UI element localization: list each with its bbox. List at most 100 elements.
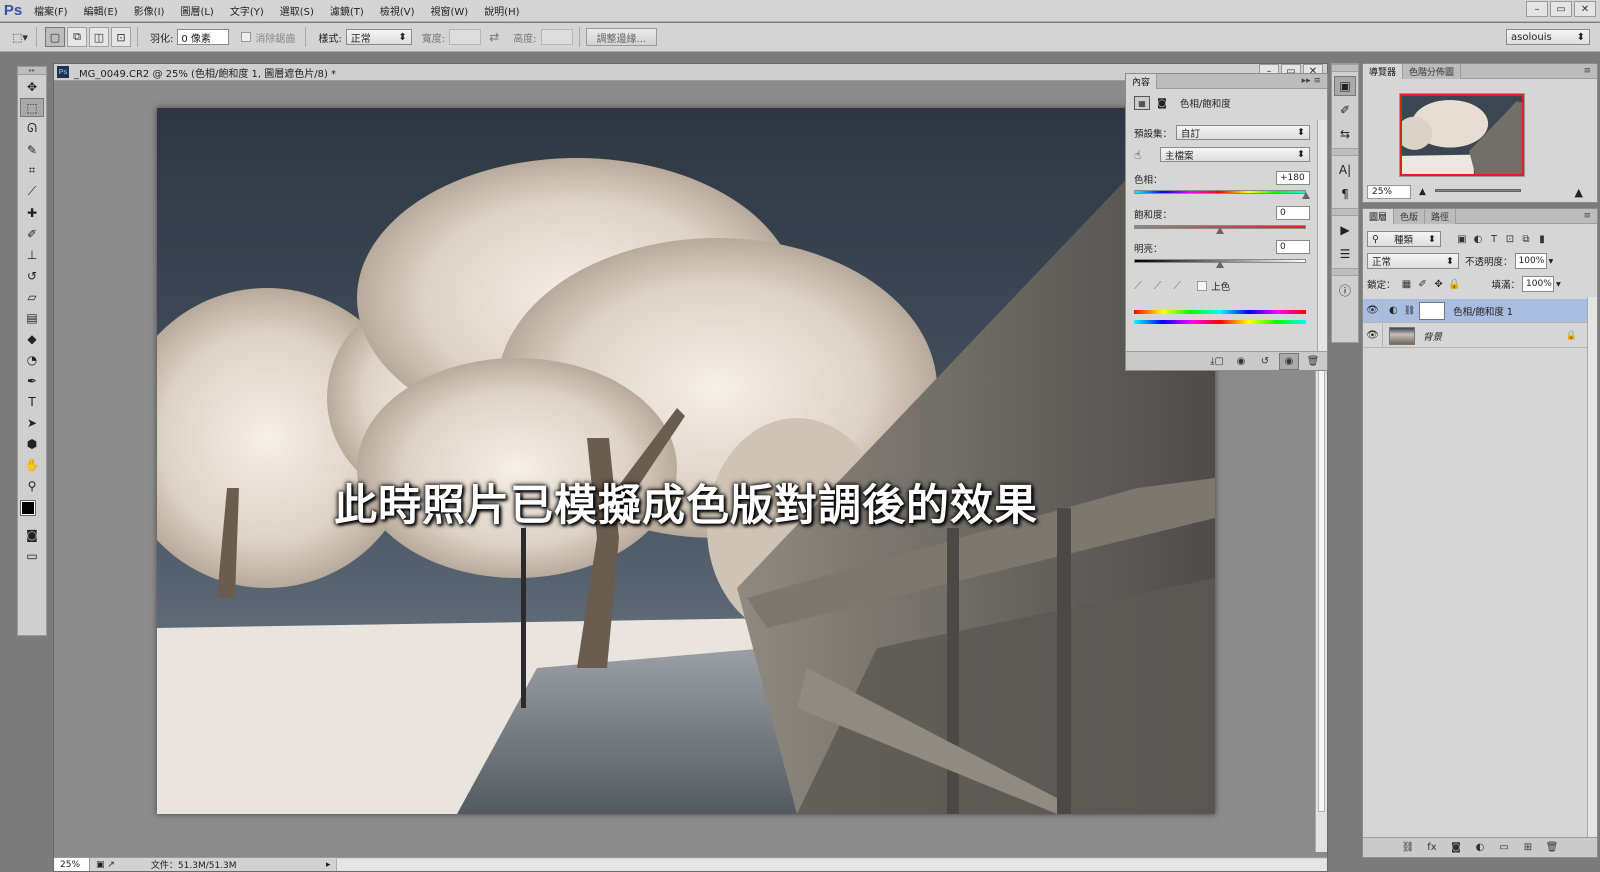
menu-layer[interactable]: 圖層(L) [172,3,221,18]
tab-histogram[interactable]: 色階分佈圖 [1403,63,1462,79]
panel-grip[interactable]: ▸▸ [18,67,46,75]
tab-properties[interactable]: 內容 [1126,73,1158,89]
layer-row-background[interactable]: 👁 背景 🔒 [1363,323,1591,348]
marquee-preset-icon[interactable]: ⬚▾ [10,27,30,47]
history-panel-icon[interactable]: ☰ [1334,244,1356,264]
menu-file[interactable]: 檔案(F) [26,3,76,18]
dodge-tool-icon[interactable]: ◔ [20,350,44,369]
channel-select[interactable]: 主檔案 ⬍ [1160,147,1310,162]
character-panel-icon[interactable]: A| [1334,160,1356,180]
info-panel-icon[interactable]: ⓘ [1334,280,1356,300]
height-input[interactable] [540,29,573,45]
paragraph-panel-icon[interactable]: ¶ [1334,184,1356,204]
saturation-input[interactable]: 0 [1276,206,1310,220]
delete-layer-icon[interactable]: 🗑 [1542,839,1562,856]
status-icon[interactable]: ▣ ↗ [96,860,115,870]
panel-grip[interactable] [1332,268,1358,276]
type-filter-icon[interactable]: T [1487,232,1501,246]
color-swatches[interactable] [19,499,45,523]
actions-panel-icon[interactable]: ▶ [1334,220,1356,240]
layer-filter-select[interactable]: ⚲ 種類 ⬍ [1367,231,1441,247]
menu-view[interactable]: 檢視(V) [372,3,423,18]
status-menu-arrow-icon[interactable]: ▸ [326,860,331,870]
lasso-tool-icon[interactable]: ᘏ [20,119,44,138]
quick-mask-icon[interactable]: ◙ [20,525,44,544]
visibility-eye-icon[interactable]: 👁 [1363,323,1383,348]
pen-tool-icon[interactable]: ✒ [20,371,44,390]
tab-channels[interactable]: 色版 [1394,208,1426,224]
layer-name[interactable]: 色相/飽和度 1 [1453,304,1513,318]
panel-grip[interactable] [1332,208,1358,216]
file-info[interactable]: 文件：51.3M/51.3M [151,858,237,871]
panel-grip[interactable] [1332,148,1358,156]
panel-menu-icon[interactable]: ▸▸ ≡ [1302,76,1321,86]
hand-tool-icon[interactable]: ✋ [20,455,44,474]
tab-navigator[interactable]: 導覽器 [1363,63,1404,79]
panel-menu-icon[interactable]: ≡ [1583,211,1591,221]
minimize-button[interactable]: – [1526,1,1548,17]
navigator-zoom-slider[interactable] [1435,189,1521,192]
view-area-box[interactable] [1400,94,1524,176]
hue-input[interactable]: +180 [1276,171,1310,185]
eyedropper-tool-icon[interactable]: ⟋ [20,182,44,201]
lock-position-icon[interactable]: ✥ [1432,277,1446,291]
add-mask-icon[interactable]: ◙ [1446,839,1466,856]
lightness-slider-thumb[interactable] [1216,261,1224,268]
path-select-tool-icon[interactable]: ➤ [20,413,44,432]
filter-toggle-icon[interactable]: ▮ [1535,232,1549,246]
navigator-zoom-input[interactable]: 25% [1367,185,1411,199]
gradient-tool-icon[interactable]: ▤ [20,308,44,327]
hue-slider-thumb[interactable] [1302,192,1310,199]
opacity-input[interactable]: 100% [1514,253,1547,269]
layers-scrollbar[interactable] [1587,297,1597,837]
crop-tool-icon[interactable]: ⌗ [20,161,44,180]
lock-image-icon[interactable]: ✐ [1416,277,1430,291]
blur-tool-icon[interactable]: ◆ [20,329,44,348]
adjustment-icon[interactable]: ▦ [1134,96,1150,110]
feather-input[interactable]: 0 像素 [177,29,230,45]
properties-scrollbar[interactable] [1317,120,1327,352]
toggle-visibility-icon[interactable]: ◉ [1279,352,1299,370]
foreground-color-swatch[interactable] [20,500,36,516]
refine-edge-button[interactable]: 調整邊緣... [585,28,658,46]
new-group-icon[interactable]: ▭ [1494,839,1514,856]
quick-select-tool-icon[interactable]: ✎ [20,140,44,159]
eyedropper-plus-icon[interactable]: ⟋ [1154,279,1162,293]
new-adjustment-icon[interactable]: ◐ [1470,839,1490,856]
fill-dropdown-icon[interactable]: ▾ [1556,279,1561,290]
style-select[interactable]: 正常 ⬍ [345,29,412,45]
new-layer-icon[interactable]: ⊞ [1518,839,1538,856]
type-tool-icon[interactable]: T [20,392,44,411]
fill-input[interactable]: 100% [1522,276,1555,292]
photo-canvas[interactable]: 此時照片已模擬成色版對調後的效果 [157,108,1215,814]
pixel-filter-icon[interactable]: ▣ [1455,232,1469,246]
lightness-input[interactable]: 0 [1276,240,1310,254]
on-image-adjust-icon[interactable]: ☝ [1134,148,1141,162]
menu-select[interactable]: 選取(S) [272,3,322,18]
saturation-slider-thumb[interactable] [1216,227,1224,234]
workspace-select[interactable]: asolouis ⬍ [1506,29,1590,45]
eyedropper-icon[interactable]: ⟋ [1134,279,1142,293]
layer-thumbnail[interactable] [1389,326,1415,345]
brush-panel-icon[interactable]: ⇆ [1334,124,1356,144]
preset-select[interactable]: 自訂 ⬍ [1176,125,1310,140]
zoom-out-icon[interactable]: ▲ [1419,187,1426,197]
zoom-in-icon[interactable]: ▲ [1575,186,1583,199]
horizontal-scrollbar[interactable] [336,859,1327,871]
shape-filter-icon[interactable]: ⊡ [1503,232,1517,246]
mask-link-icon[interactable]: ⛓ [1404,306,1415,316]
tab-paths[interactable]: 路徑 [1425,208,1457,224]
antialias-checkbox[interactable] [241,32,252,42]
clip-to-layer-icon[interactable]: ⤓▢ [1207,353,1227,370]
reset-icon[interactable]: ↺ [1255,353,1275,370]
lock-all-icon[interactable]: 🔒 [1448,277,1462,291]
close-button[interactable]: ✕ [1574,1,1596,17]
shape-tool-icon[interactable]: ⬢ [20,434,44,453]
panel-grip[interactable] [1332,64,1358,72]
mask-icon[interactable]: ◙ [1154,96,1170,110]
opacity-dropdown-icon[interactable]: ▾ [1549,256,1554,267]
view-previous-icon[interactable]: ◉ [1231,353,1251,370]
menu-help[interactable]: 說明(H) [476,3,527,18]
brush-tool-icon[interactable]: ✐ [20,224,44,243]
layer-style-icon[interactable]: fx [1422,839,1442,856]
